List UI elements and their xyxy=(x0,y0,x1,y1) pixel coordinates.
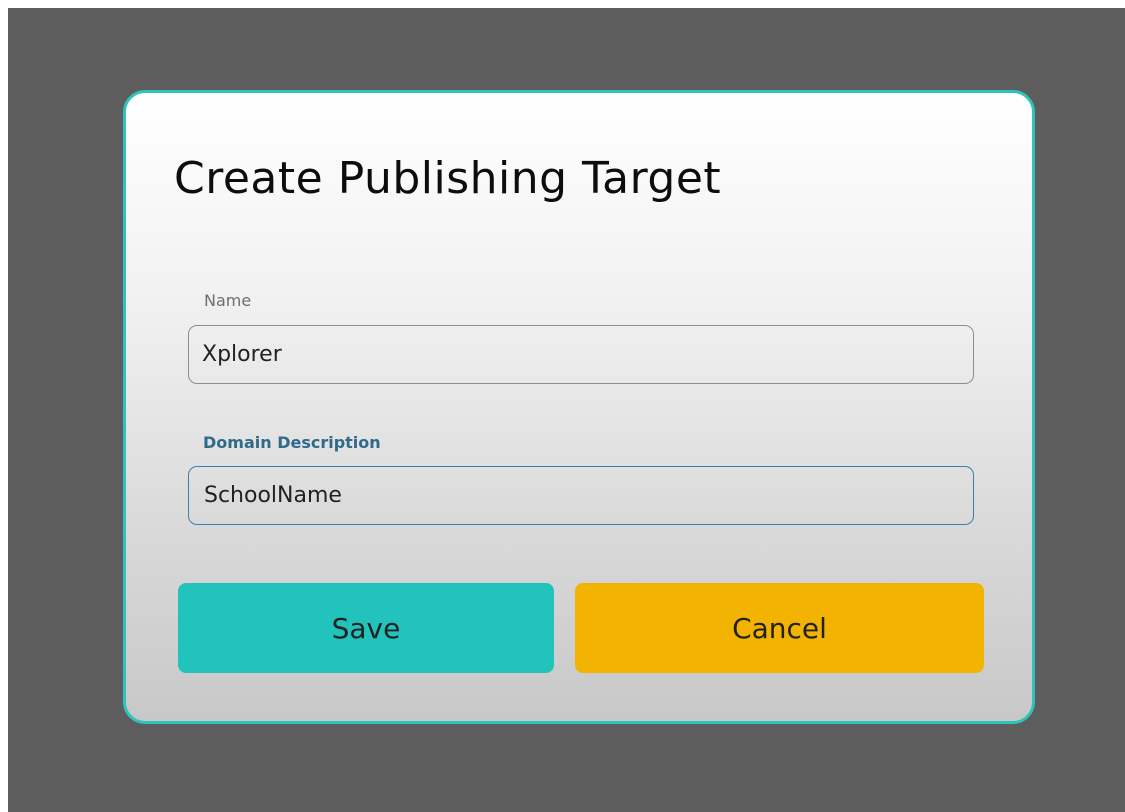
name-field-label: Name xyxy=(204,291,252,310)
domain-description-input[interactable] xyxy=(188,466,974,525)
cancel-button[interactable]: Cancel xyxy=(575,583,984,673)
save-button[interactable]: Save xyxy=(178,583,554,673)
dialog-title: Create Publishing Target xyxy=(174,153,722,204)
domain-description-field-label: Domain Description xyxy=(203,433,381,452)
name-input[interactable] xyxy=(188,325,974,384)
create-publishing-target-dialog: Create Publishing Target Name Domain Des… xyxy=(123,90,1035,724)
